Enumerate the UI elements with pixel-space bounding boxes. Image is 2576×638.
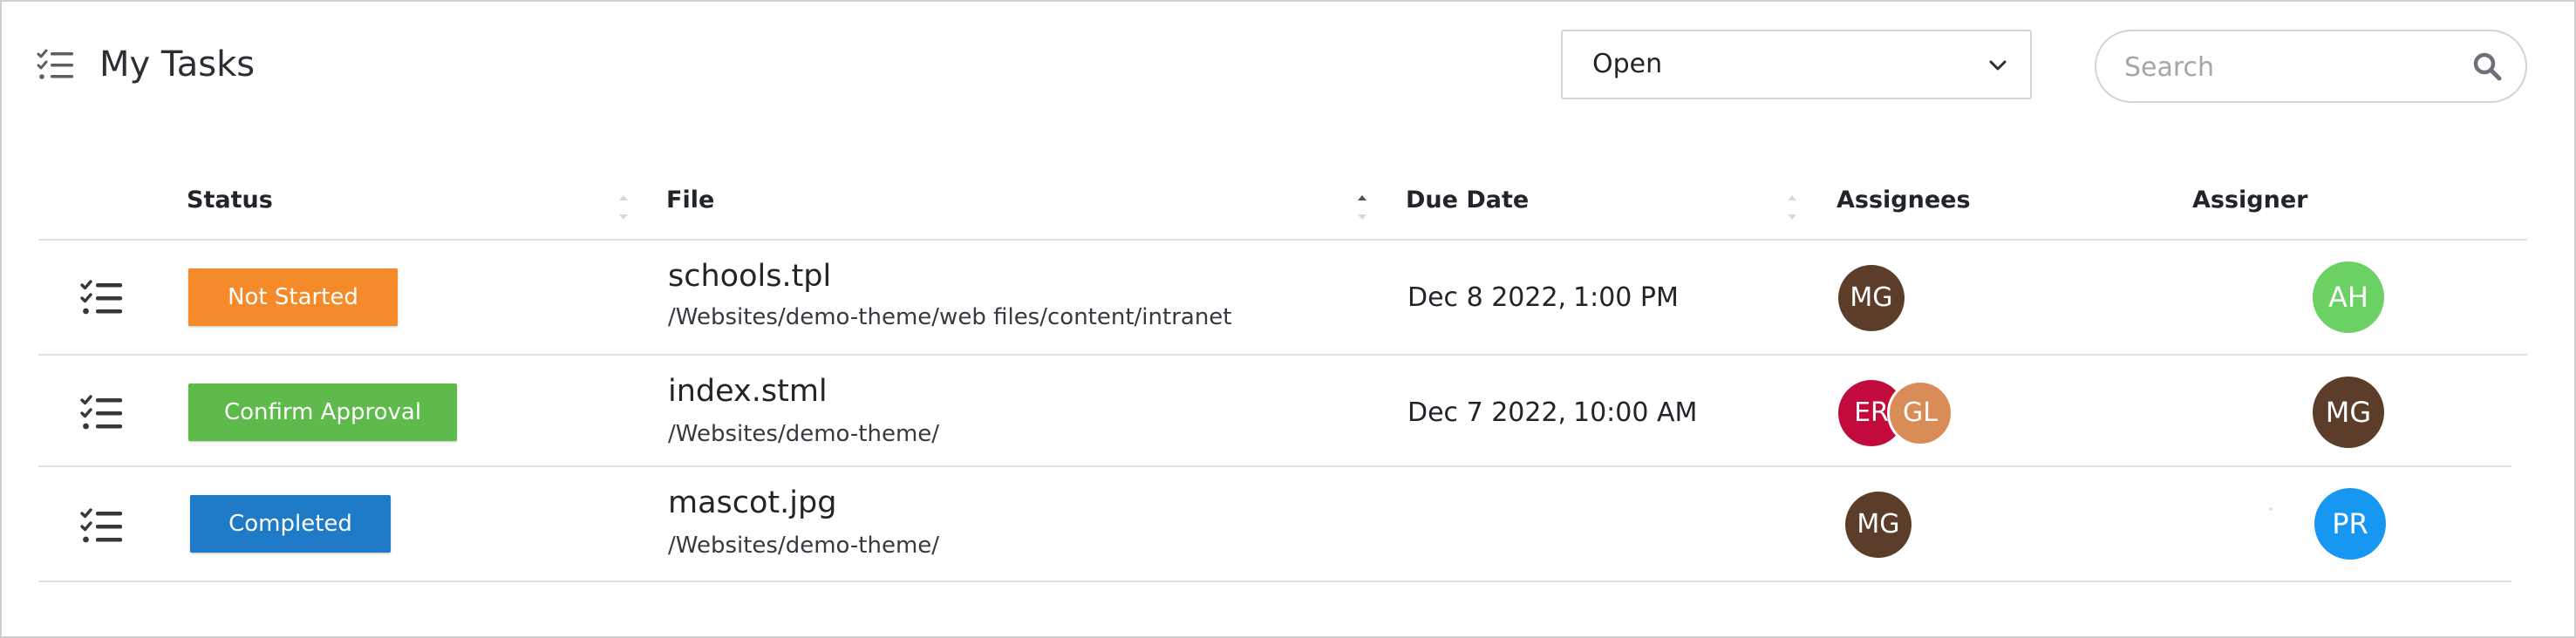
row-divider bbox=[38, 354, 2527, 356]
avatar: AH bbox=[2313, 261, 2384, 333]
sort-icon[interactable] bbox=[1786, 190, 1798, 225]
file-path: /Websites/demo-theme/ bbox=[668, 421, 940, 447]
avatar: MG bbox=[1845, 492, 1912, 558]
row-divider bbox=[38, 580, 2511, 582]
column-header-assigner: Assigner bbox=[2192, 187, 2308, 214]
file-path: /Websites/demo-theme/web files/content/i… bbox=[668, 304, 1232, 330]
due-date-day: Dec 7 2022, bbox=[1407, 397, 1567, 428]
file-path: /Websites/demo-theme/ bbox=[668, 533, 940, 559]
tasks-panel: My Tasks Open Status File Due Date Assig… bbox=[0, 0, 2576, 638]
status-badge: Completed bbox=[190, 495, 391, 553]
file-name[interactable]: mascot.jpg bbox=[668, 485, 836, 521]
status-badge: Confirm Approval bbox=[188, 383, 457, 441]
task-list-icon[interactable] bbox=[80, 507, 124, 546]
task-list-icon[interactable] bbox=[80, 394, 124, 432]
avatar: MG bbox=[2313, 377, 2384, 448]
status-filter-value: Open bbox=[1592, 49, 1663, 79]
search-box bbox=[2095, 30, 2527, 103]
avatar: MG bbox=[1838, 265, 1905, 331]
task-list-icon bbox=[37, 49, 73, 79]
chevron-down-icon bbox=[1989, 60, 2007, 71]
sort-icon[interactable] bbox=[617, 190, 630, 225]
column-header-due-date[interactable]: Due Date bbox=[1406, 185, 1529, 216]
search-icon[interactable] bbox=[2471, 51, 2503, 82]
file-name[interactable]: index.stml bbox=[668, 373, 828, 410]
page-title: My Tasks bbox=[99, 44, 256, 85]
column-header-status[interactable]: Status bbox=[187, 185, 273, 216]
column-header-assignees: Assignees bbox=[1837, 187, 1971, 214]
avatar: GL bbox=[1887, 380, 1953, 446]
search-input[interactable] bbox=[2123, 44, 2457, 91]
sort-icon[interactable] bbox=[1356, 190, 1368, 225]
decorative-dot bbox=[2269, 507, 2273, 511]
due-date-day: Dec 8 2022, bbox=[1407, 282, 1567, 313]
task-list-icon[interactable] bbox=[80, 279, 124, 317]
status-filter-select[interactable]: Open bbox=[1561, 30, 2032, 99]
avatar: PR bbox=[2314, 488, 2386, 560]
row-divider bbox=[38, 465, 2511, 467]
column-header-file[interactable]: File bbox=[666, 185, 714, 216]
file-name[interactable]: schools.tpl bbox=[668, 258, 831, 295]
status-badge: Not Started bbox=[188, 268, 398, 326]
header-divider bbox=[38, 239, 2527, 241]
due-date-time: 10:00 AM bbox=[1573, 397, 1698, 428]
due-date-time: 1:00 PM bbox=[1573, 282, 1679, 313]
